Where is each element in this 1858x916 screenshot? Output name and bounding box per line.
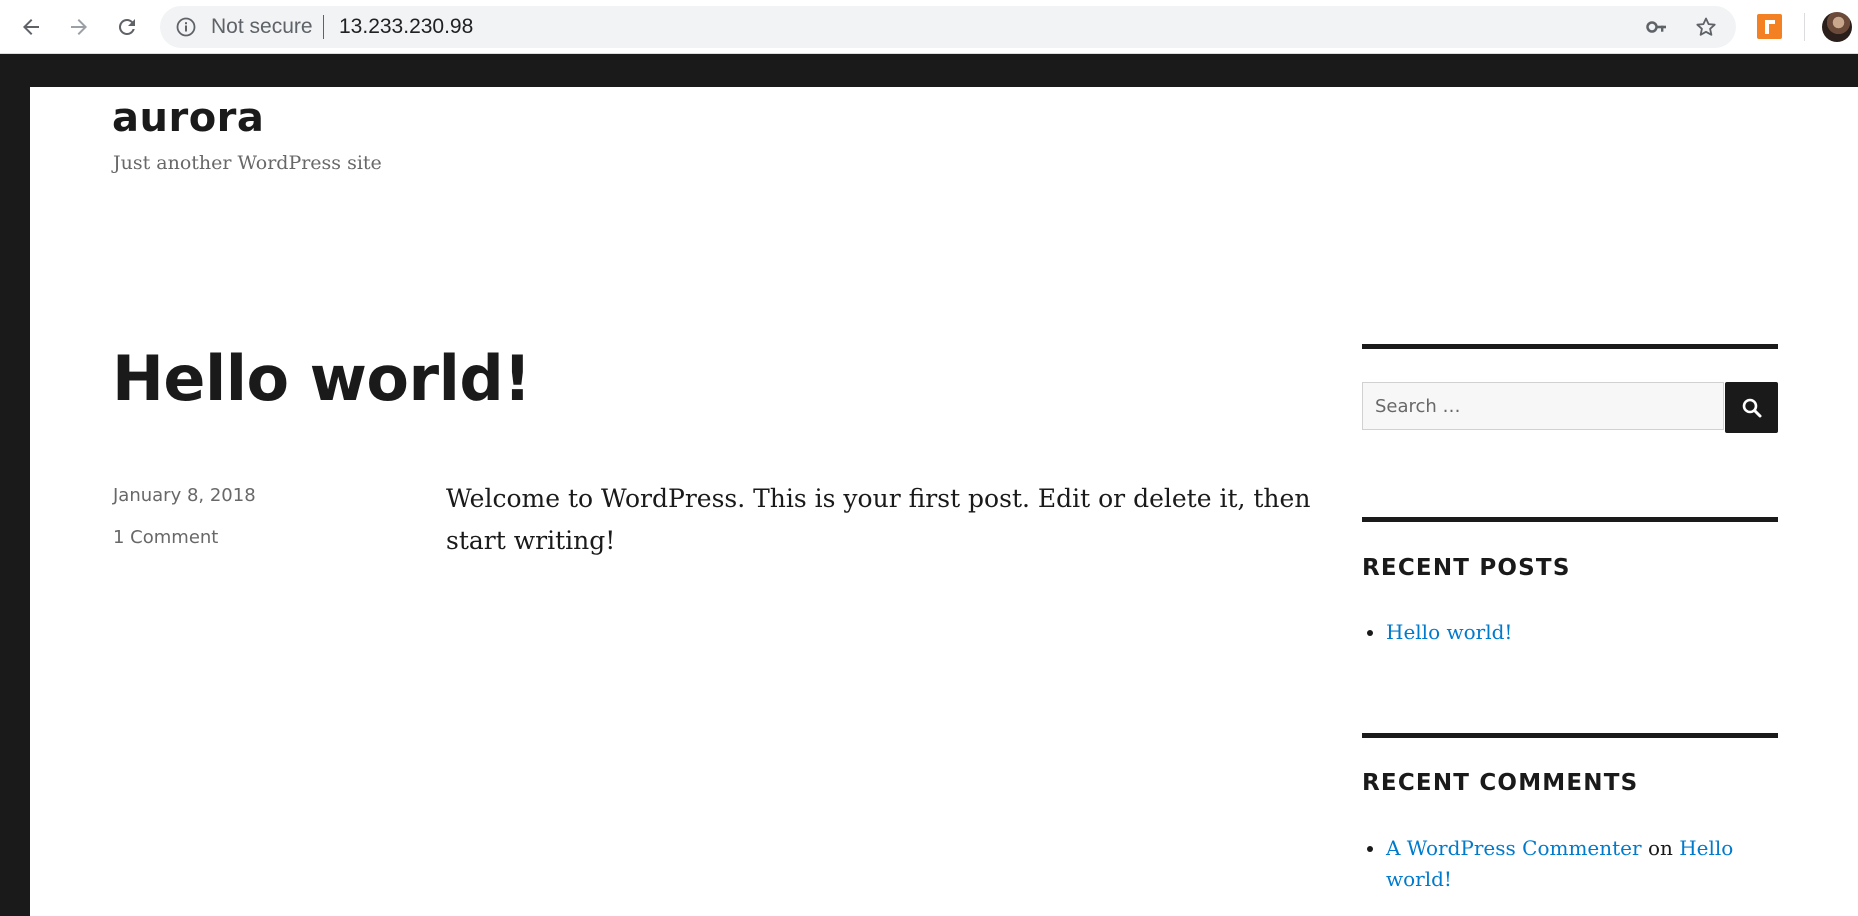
reload-icon [118,18,135,35]
comment-author-link[interactable]: A WordPress Commenter [1386,836,1642,860]
extension-glyph-icon [1765,20,1775,34]
back-button[interactable] [14,10,48,44]
forward-icon [71,19,87,35]
search-icon [1742,398,1761,417]
widget-divider [1362,517,1778,522]
search-field[interactable] [1362,382,1724,430]
browser-toolbar: Not secure 13.233.230.98 [0,0,1858,54]
list-item: A WordPress Commenter on Hello world! [1386,833,1778,895]
search-button[interactable] [1725,382,1778,433]
comment-connector: on [1647,836,1673,860]
site-description: Just another WordPress site [113,152,382,174]
recent-posts-title: RECENT POSTS [1362,555,1571,581]
search-input[interactable] [1363,383,1723,429]
url-text[interactable]: 13.233.230.98 [339,6,473,48]
page-body: aurora Just another WordPress site Hello… [30,87,1858,916]
info-icon[interactable] [176,17,196,37]
list-item: Hello world! [1386,617,1778,648]
post-date[interactable]: January 8, 2018 [113,485,256,506]
back-icon [23,19,39,35]
widget-divider [1362,344,1778,349]
key-icon[interactable] [1646,17,1668,37]
post-content: Welcome to WordPress. This is your first… [446,484,1311,555]
address-bar[interactable]: Not secure 13.233.230.98 [160,6,1736,48]
profile-avatar[interactable] [1822,12,1852,42]
recent-posts-list: Hello world! [1362,617,1778,648]
reload-button[interactable] [110,10,144,44]
forward-button[interactable] [62,10,96,44]
recent-comments-list: A WordPress Commenter on Hello world! [1362,833,1778,895]
post-comments-link[interactable]: 1 Comment [113,527,218,548]
security-label[interactable]: Not secure [211,6,313,48]
post-title[interactable]: Hello world! [112,342,531,415]
widget-divider [1362,733,1778,738]
site-title[interactable]: aurora [112,95,264,141]
toolbar-divider [1804,13,1805,41]
star-icon[interactable] [1694,15,1718,39]
omnibox-divider [323,15,324,39]
recent-comments-title: RECENT COMMENTS [1362,770,1639,796]
extension-icon[interactable] [1757,14,1782,39]
recent-post-link[interactable]: Hello world! [1386,620,1512,644]
